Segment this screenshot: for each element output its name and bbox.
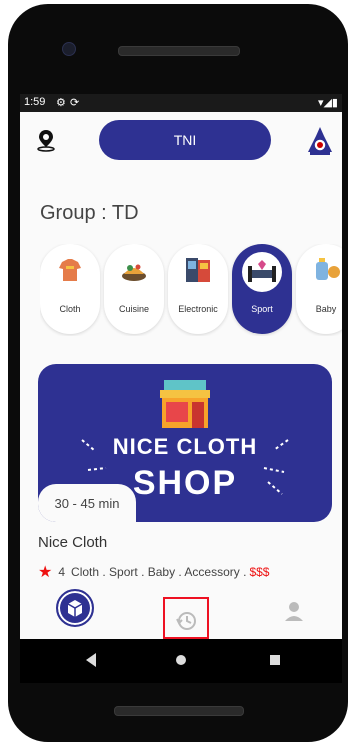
category-cuisine[interactable]: Cuisine: [104, 244, 164, 334]
shop-rating: 4: [58, 565, 66, 579]
category-sport[interactable]: Sport: [232, 244, 292, 334]
recent-apps-icon[interactable]: [270, 655, 280, 665]
group-title: Group : TD: [40, 202, 139, 224]
top-speaker: [118, 46, 240, 56]
banner-title: NICE CLOTH: [112, 434, 258, 459]
category-label: Sport: [251, 304, 273, 314]
category-electronic[interactable]: Electronic: [168, 244, 228, 334]
bottom-speaker: [114, 706, 244, 716]
star-icon: ★: [38, 564, 53, 581]
sync-icon: ⟳: [70, 97, 80, 109]
home-box-icon[interactable]: [56, 589, 94, 627]
category-label: Cuisine: [118, 304, 149, 314]
category-label: Cloth: [59, 304, 81, 314]
category-label: Electronic: [178, 304, 218, 314]
location-pin-icon[interactable]: [34, 128, 58, 152]
shop-meta: ★ 4 Cloth . Sport . Baby . Accessory . $…: [38, 562, 269, 582]
system-navigation-bar: [20, 639, 342, 683]
bottom-navigation: [20, 589, 342, 639]
sport-icon: [242, 252, 282, 292]
category-cloth[interactable]: Cloth: [40, 244, 100, 334]
history-tab[interactable]: [163, 597, 209, 639]
cloth-icon: [59, 259, 81, 281]
app-screen: 1:59 ⚙ ⟳ ▾◢▮ TNI Group : TD Cloth Cuisin…: [20, 94, 342, 639]
delivery-time-badge: 30 - 45 min: [38, 484, 136, 522]
settings-gear-icon: ⚙: [56, 97, 66, 109]
back-icon[interactable]: [86, 653, 96, 667]
status-bar: 1:59 ⚙ ⟳ ▾◢▮: [20, 94, 342, 112]
category-label: Baby: [315, 304, 337, 314]
user-icon[interactable]: [282, 599, 306, 623]
category-list: Cloth Cuisine Electronic Sport Baby: [40, 244, 342, 336]
shop-name[interactable]: Nice Cloth: [38, 534, 107, 551]
category-baby[interactable]: Baby: [296, 244, 342, 334]
shop-price: $$$: [249, 565, 270, 579]
shop-storefront-icon: [160, 380, 210, 428]
history-clock-icon: [176, 612, 196, 630]
tni-header-button[interactable]: TNI: [99, 120, 271, 160]
shop-tags: Cloth . Sport . Baby . Accessory .: [71, 565, 247, 579]
front-camera: [62, 42, 76, 56]
home-circle-icon[interactable]: [176, 655, 186, 665]
cuisine-icon: [122, 264, 146, 281]
electronic-icon: [186, 258, 210, 282]
phone-frame: 1:59 ⚙ ⟳ ▾◢▮ TNI Group : TD Cloth Cuisin…: [0, 0, 356, 746]
tni-logo-icon: [308, 127, 332, 155]
status-time: 1:59: [24, 96, 46, 108]
baby-icon: [316, 258, 340, 280]
signal-battery-icon: ▾◢▮: [317, 97, 338, 109]
